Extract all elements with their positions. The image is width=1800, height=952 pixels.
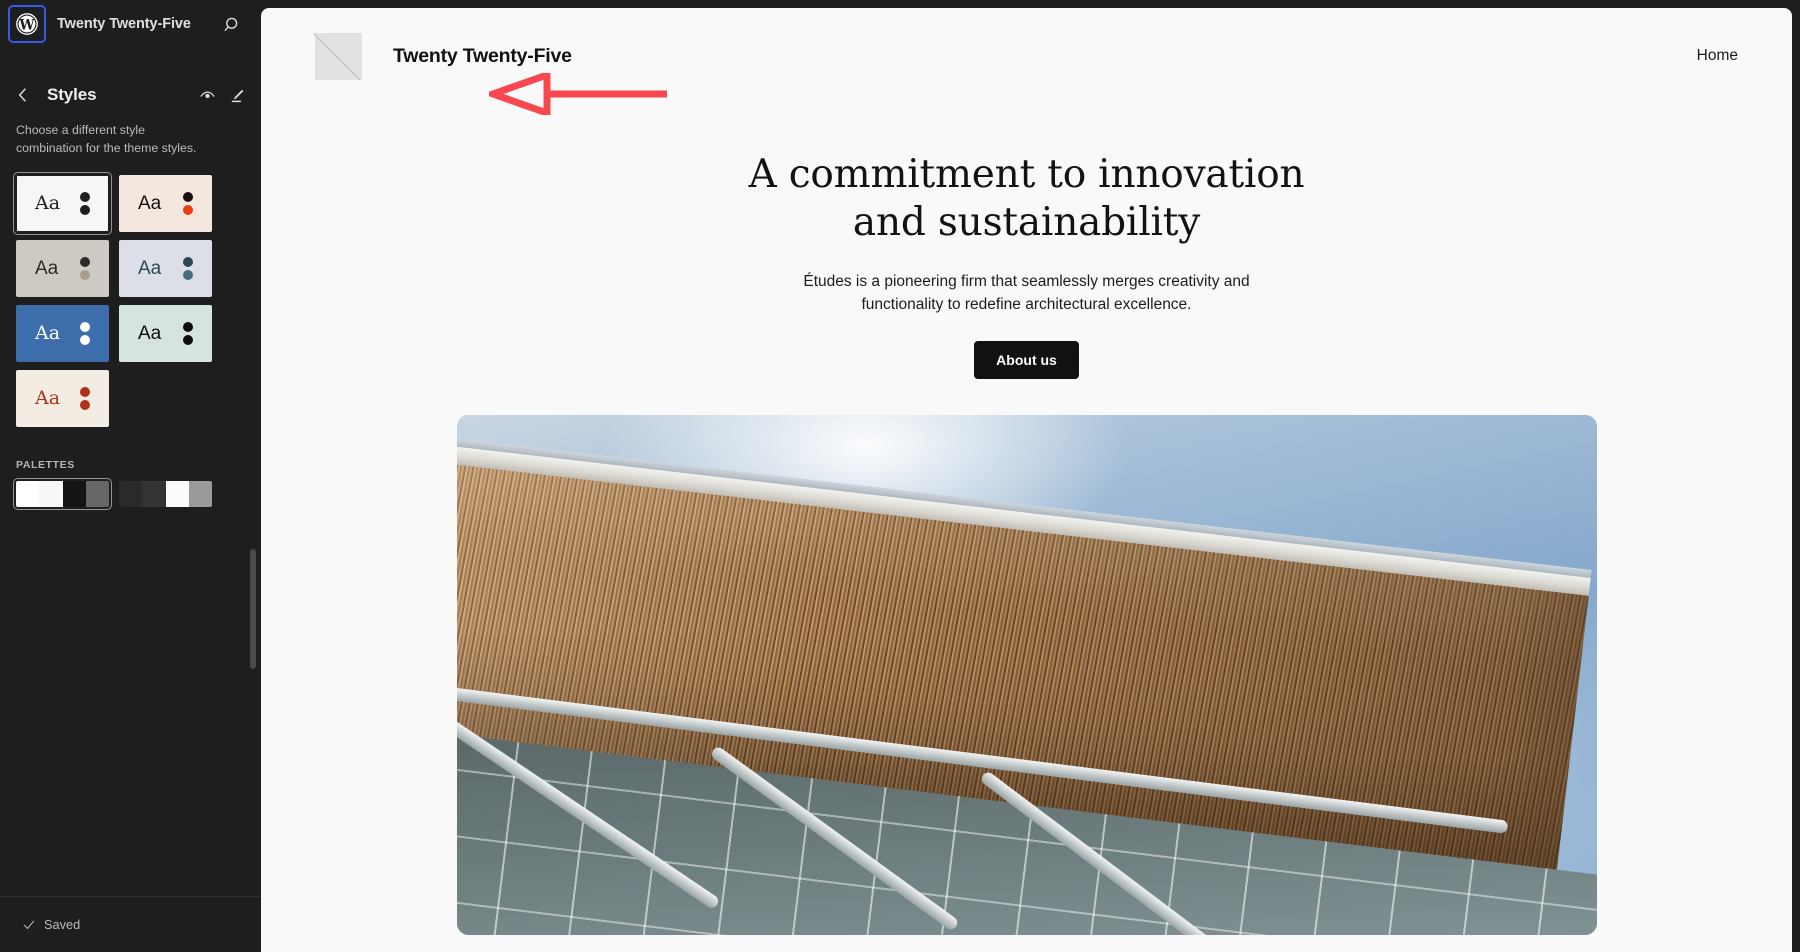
- palette-swatch: [119, 481, 143, 508]
- hero-subtitle: Études is a pioneering firm that seamles…: [803, 273, 1250, 313]
- palette-swatch: [165, 481, 189, 508]
- variation-color-dots: [80, 322, 90, 346]
- wordpress-logo-icon[interactable]: W: [8, 5, 46, 43]
- hero-title: A commitment to innovation and sustainab…: [261, 151, 1792, 246]
- variation-dot-primary: [80, 192, 90, 203]
- style-variation-card-morning[interactable]: Aa: [119, 305, 212, 363]
- site-logo-placeholder-icon[interactable]: [315, 32, 362, 80]
- search-icon[interactable]: [219, 11, 245, 37]
- back-button[interactable]: [8, 80, 38, 110]
- variation-dot-secondary: [80, 205, 90, 216]
- palettes-section-label: PALETTES: [16, 459, 75, 472]
- style-variations-grid: Aa Aa Aa Aa Aa Aa Aa: [13, 172, 245, 428]
- variation-aa-label: Aa: [35, 192, 61, 215]
- palette-swatch: [188, 481, 212, 508]
- sidebar-footer: Saved: [0, 896, 261, 952]
- svg-text:W: W: [18, 17, 35, 33]
- variation-dot-primary: [183, 322, 193, 333]
- nav-link-home[interactable]: Home: [1697, 47, 1738, 65]
- variation-dot-primary: [80, 322, 90, 333]
- variation-color-dots: [183, 322, 193, 346]
- site-navigation: Home: [1697, 47, 1738, 65]
- variation-dot-primary: [183, 192, 193, 203]
- variation-dot-secondary: [80, 400, 90, 411]
- palette-swatch: [85, 481, 109, 508]
- site-header: Twenty Twenty-Five Home: [261, 8, 1792, 86]
- style-variation-card-evening[interactable]: Aa: [119, 175, 212, 233]
- style-variation-card-midnight[interactable]: Aa: [16, 305, 109, 363]
- eye-icon[interactable]: [193, 81, 221, 109]
- sidebar-scrollbar[interactable]: [250, 549, 256, 669]
- style-variation-card-dusk[interactable]: Aa: [16, 240, 109, 298]
- palette-swatch: [39, 481, 63, 508]
- about-us-button[interactable]: About us: [974, 341, 1079, 380]
- sidebar-site-title: Twenty Twenty-Five: [57, 16, 191, 32]
- styles-panel-header: Styles: [0, 71, 261, 119]
- variation-aa-label: Aa: [138, 323, 162, 345]
- hero-title-line-2: and sustainability: [852, 199, 1201, 245]
- hero-image[interactable]: [456, 415, 1597, 936]
- hero-title-line-1: A commitment to innovation: [748, 152, 1305, 197]
- variation-color-dots: [80, 387, 90, 411]
- style-variation-card-default[interactable]: Aa: [13, 172, 112, 236]
- variation-dot-secondary: [183, 205, 193, 216]
- variation-dot-primary: [183, 257, 193, 268]
- variation-aa-label: Aa: [35, 258, 59, 280]
- variation-color-dots: [80, 192, 90, 216]
- save-status-button[interactable]: Saved: [22, 917, 80, 932]
- variation-dot-secondary: [80, 335, 90, 346]
- editor-sidebar: W Twenty Twenty-Five Styles Choose a dif…: [0, 0, 261, 952]
- palette-swatch: [16, 481, 40, 508]
- variation-color-dots: [183, 257, 193, 281]
- palette-swatch: [142, 481, 166, 508]
- save-status-label: Saved: [44, 917, 81, 932]
- variation-aa-label: Aa: [138, 258, 162, 280]
- styles-panel-body: Choose a different style combination for…: [0, 119, 261, 896]
- palette-swatch: [62, 481, 86, 508]
- site-title: Twenty Twenty-Five: [393, 44, 572, 67]
- variation-color-dots: [183, 192, 193, 216]
- variation-aa-label: Aa: [35, 322, 61, 345]
- styles-description: Choose a different style combination for…: [16, 123, 197, 156]
- sidebar-topbar: W Twenty Twenty-Five: [0, 0, 261, 48]
- style-variation-card-noon[interactable]: Aa: [16, 370, 109, 428]
- palette-card-default[interactable]: [13, 478, 112, 511]
- palette-card-two[interactable]: [119, 481, 212, 508]
- pencil-icon[interactable]: [223, 81, 251, 109]
- variation-aa-label: Aa: [35, 387, 61, 410]
- style-variation-card-afternoon[interactable]: Aa: [119, 240, 212, 298]
- variation-dot-primary: [80, 257, 90, 268]
- variation-aa-label: Aa: [138, 193, 162, 215]
- variation-color-dots: [80, 257, 90, 281]
- variation-dot-secondary: [183, 270, 193, 281]
- variation-dot-secondary: [80, 270, 90, 281]
- palettes-grid: [13, 478, 245, 511]
- page-title: Styles: [47, 85, 97, 104]
- editor-canvas-wrapper: Twenty Twenty-Five Home A commitment to …: [261, 0, 1800, 952]
- hero-section: A commitment to innovation and sustainab…: [261, 86, 1792, 936]
- variation-dot-secondary: [183, 335, 193, 346]
- variation-dot-primary: [80, 387, 90, 398]
- site-preview-canvas[interactable]: Twenty Twenty-Five Home A commitment to …: [261, 8, 1792, 952]
- check-icon: [23, 920, 35, 929]
- site-editor-app: W Twenty Twenty-Five Styles Choose a dif…: [0, 0, 1800, 952]
